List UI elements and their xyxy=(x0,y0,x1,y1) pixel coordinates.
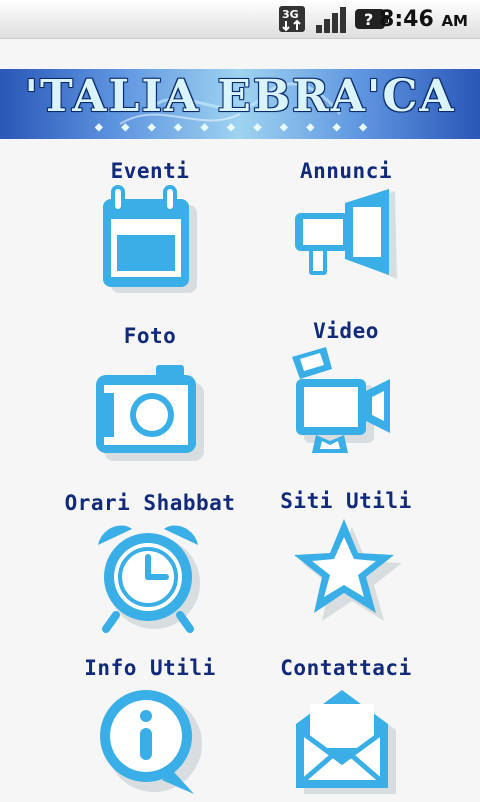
menu-label-video: Video xyxy=(313,319,379,343)
alarm-clock-icon xyxy=(98,525,200,633)
app-banner: 'TALIA EBRA'CA ◆◆◆◆◆◆◆◆◆◆◆ xyxy=(0,69,480,139)
menu-item-annunci[interactable]: Annunci xyxy=(246,155,446,305)
network-3g-icon: 3G xyxy=(278,5,308,39)
menu-item-foto[interactable]: Foto xyxy=(50,320,250,470)
star-icon xyxy=(294,519,402,621)
menu-label-foto: Foto xyxy=(123,324,177,348)
menu-label-annunci: Annunci xyxy=(299,159,392,183)
camera-icon xyxy=(96,365,204,461)
megaphone-icon xyxy=(295,189,397,279)
svg-text:?: ? xyxy=(364,10,373,29)
banner-ornament: ◆◆◆◆◆◆◆◆◆◆◆ xyxy=(94,119,386,135)
menu-item-orari-shabbat[interactable]: Orari Shabbat xyxy=(50,487,250,637)
menu-item-contattaci[interactable]: Contattaci xyxy=(246,652,446,802)
menu-item-video[interactable]: Video xyxy=(246,315,446,465)
info-icon xyxy=(100,690,202,794)
signal-icon xyxy=(315,5,349,39)
clock: 8:46 AM xyxy=(379,7,468,32)
menu-item-eventi[interactable]: Eventi xyxy=(50,155,250,305)
menu-item-siti-utili[interactable]: Siti Utili xyxy=(246,485,446,635)
menu-label-siti-utili: Siti Utili xyxy=(280,489,412,513)
envelope-icon xyxy=(296,690,396,794)
status-bar: 3G ? 8:46 AM xyxy=(0,0,480,39)
menu-label-contattaci: Contattaci xyxy=(280,656,412,680)
clock-ampm: AM xyxy=(441,12,468,30)
calendar-icon xyxy=(103,185,197,293)
menu-label-info-utili: Info Utili xyxy=(84,656,216,680)
banner-title: 'TALIA EBRA'CA xyxy=(24,71,456,122)
menu-label-eventi: Eventi xyxy=(110,159,190,183)
menu-item-info-utili[interactable]: Info Utili xyxy=(50,652,250,802)
video-camera-icon xyxy=(292,347,390,453)
menu-label-orari-shabbat: Orari Shabbat xyxy=(64,491,236,515)
network-type-label: 3G xyxy=(282,8,299,21)
clock-time: 8:46 xyxy=(379,7,434,32)
